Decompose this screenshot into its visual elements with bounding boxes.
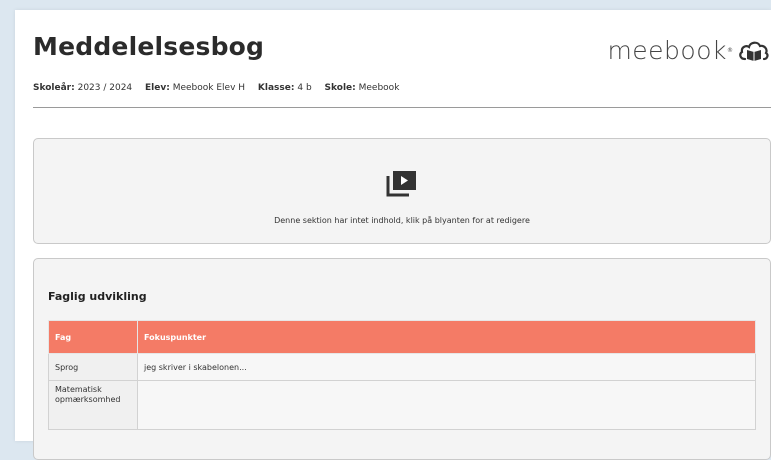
report-page: Meddelelsesbog meebook ® Skoleår: 2023 /… (15, 10, 771, 460)
faglig-udvikling-section[interactable]: Faglig udvikling Fag Fokuspunkter Sprog … (33, 258, 771, 460)
header-divider (33, 107, 771, 108)
table-row: Matematisk opmærksomhed (48, 380, 756, 430)
fag-table: Fag Fokuspunkter Sprog jeg skriver i ska… (48, 320, 756, 430)
meta-school: Skole: Meebook (324, 83, 400, 93)
meta-class: Klasse: 4 b (257, 83, 312, 93)
table-header-row: Fag Fokuspunkter (48, 320, 756, 354)
meta-school-year: Skoleår: 2023 / 2024 (33, 83, 133, 93)
cloud-book-icon (739, 41, 769, 61)
table-cell-fokus[interactable]: jeg skriver i skabelonen... (137, 353, 756, 381)
column-header-fag: Fag (48, 320, 138, 354)
report-header: Meddelelsesbog meebook ® Skoleår: 2023 /… (33, 32, 771, 93)
report-meta: Skoleår: 2023 / 2024 Elev: Meebook Elev … (33, 83, 409, 93)
empty-section-message: Denne sektion har intet indhold, klik på… (274, 216, 530, 225)
meta-student: Elev: Meebook Elev H (145, 83, 246, 93)
video-playlist-icon (386, 171, 416, 197)
section-title: Faglig udvikling (48, 290, 147, 303)
table-cell-fag: Matematisk opmærksomhed (48, 380, 138, 430)
column-header-fokuspunkter: Fokuspunkter (137, 320, 756, 354)
meebook-logo: meebook ® (607, 34, 771, 66)
table-cell-fokus[interactable] (137, 380, 756, 430)
logo-text: meebook (607, 35, 727, 65)
empty-section[interactable]: Denne sektion har intet indhold, klik på… (33, 138, 771, 244)
table-cell-fag: Sprog (48, 353, 138, 381)
table-row: Sprog jeg skriver i skabelonen... (48, 353, 756, 381)
logo-registered-mark: ® (727, 46, 733, 54)
